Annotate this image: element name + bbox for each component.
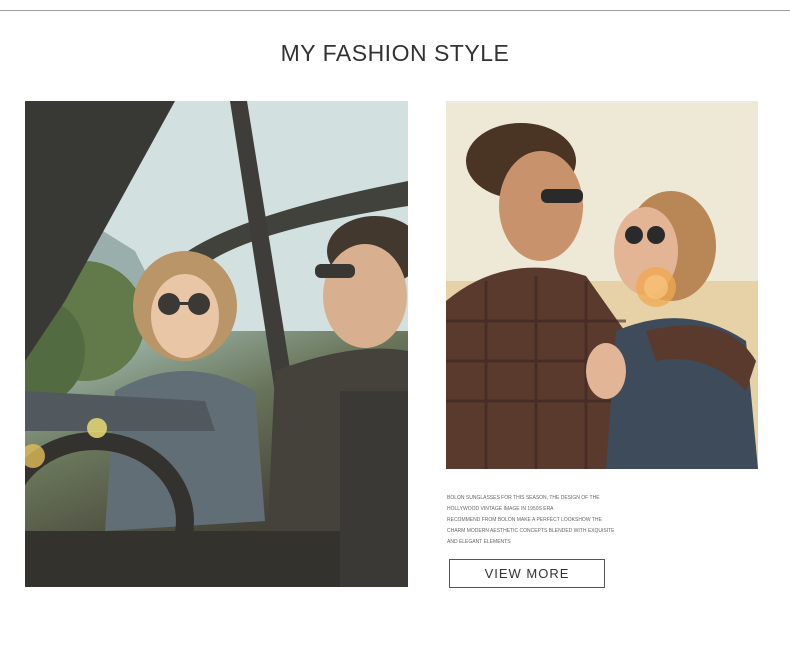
description-line: BOLON SUNGLASSES FOR THIS SEASON, THE DE… — [447, 495, 600, 501]
section-title: MY FASHION STYLE — [280, 40, 510, 66]
couple-embracing-illustration — [446, 101, 758, 469]
left-lifestyle-photo — [25, 101, 408, 587]
right-lifestyle-photo — [446, 101, 758, 469]
couple-in-car-illustration — [25, 101, 408, 587]
description-line: CHARM MODERN AESTHETIC CONCEPTS BLENDED … — [447, 528, 615, 534]
product-description: BOLON SUNGLASSES FOR THIS SEASON, THE DE… — [447, 493, 615, 548]
description-line: RECOMMEND FROM BOLON MAKE A PERFECT LOOK… — [447, 517, 602, 523]
top-divider — [0, 10, 790, 11]
description-line: AND ELEGANT ELEMENTS — [447, 539, 511, 545]
description-line: HOLLYWOOD VINTAGE IMAGE IN 1950S ERA — [447, 506, 554, 512]
view-more-button[interactable]: VIEW MORE — [449, 559, 605, 588]
fashion-style-section: MY FASHION STYLE BOLON SUNGLASSES FOR TH… — [0, 0, 790, 654]
